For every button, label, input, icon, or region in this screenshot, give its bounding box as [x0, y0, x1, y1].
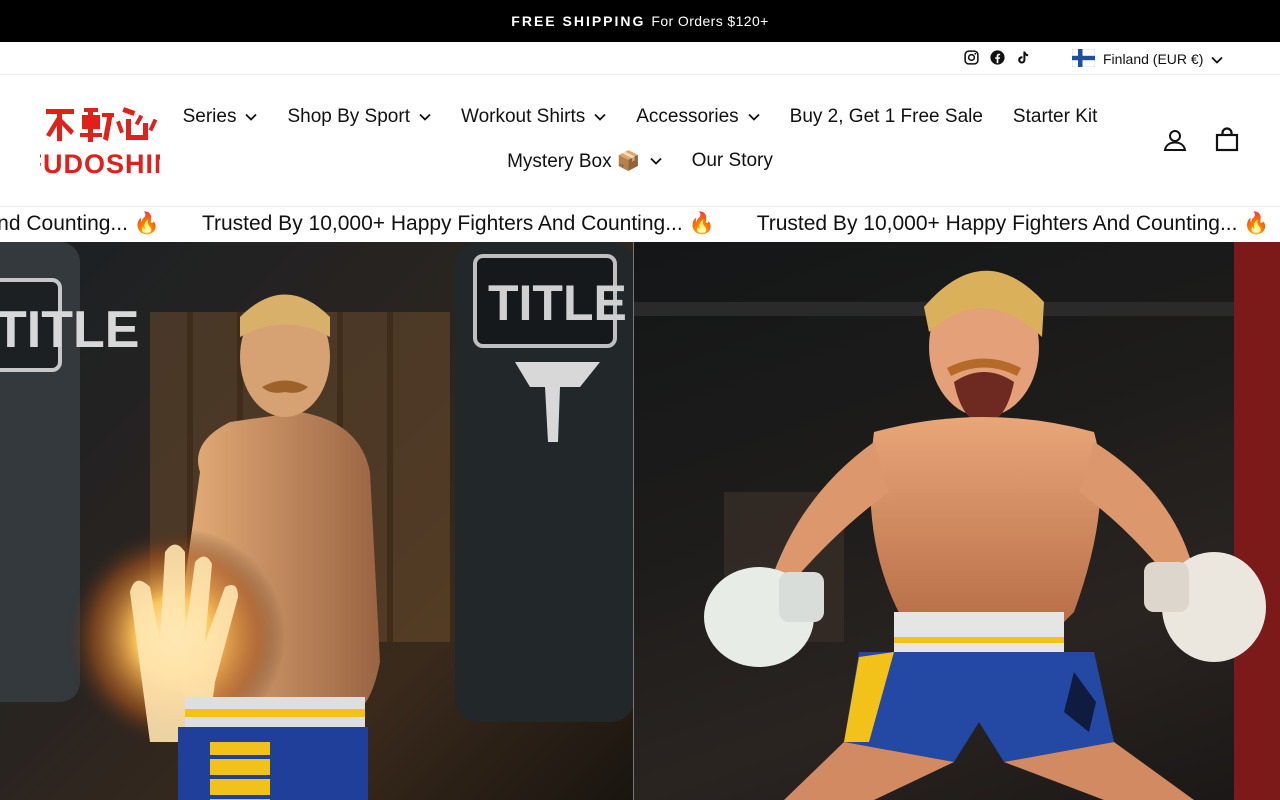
site-header: FUDOSHIN Series Shop By Sport Workout Sh… — [0, 75, 1280, 206]
hero-image-left: TITLE TITLE — [0, 242, 633, 800]
instagram-icon[interactable] — [962, 48, 980, 66]
fudoshin-logo[interactable]: FUDOSHIN — [26, 105, 174, 179]
bag-brand-text: TITLE — [488, 275, 627, 331]
nav-item-accessories[interactable]: Accessories — [621, 106, 774, 128]
ticker-item: Trusted By 10,000+ Happy Fighters And Co… — [756, 212, 1270, 235]
announcement-bar: FREE SHIPPING For Orders $120+ — [0, 0, 1280, 42]
social-links — [962, 48, 1032, 66]
utility-bar: Finland (EUR €) — [0, 42, 1280, 75]
nav-item-label: Buy 2, Get 1 Free Sale — [789, 106, 983, 127]
tiktok-icon[interactable] — [1014, 48, 1032, 66]
nav-item-label: Accessories — [636, 106, 739, 127]
nav-item-label: Mystery Box 📦 — [507, 151, 641, 172]
chevron-down-icon — [245, 113, 258, 121]
nav-item-shop-by-sport[interactable]: Shop By Sport — [272, 106, 446, 128]
logo-wordmark: FUDOSHIN — [40, 149, 160, 177]
nav-item-series[interactable]: Series — [168, 106, 273, 128]
header-actions — [1162, 127, 1240, 153]
ticker-track: s And Counting... 🔥 Trusted By 10,000+ H… — [0, 212, 1280, 236]
ticker-item: Trusted By 10,000+ Happy Fighters And Co… — [201, 212, 715, 235]
chevron-down-icon — [748, 113, 760, 121]
announcement-text: For Orders $120+ — [651, 13, 769, 29]
chevron-down-icon — [419, 113, 431, 121]
chevron-down-icon — [649, 157, 662, 165]
country-selector[interactable]: Finland (EUR €) — [1071, 47, 1224, 71]
nav-item-starter-kit[interactable]: Starter Kit — [998, 106, 1112, 128]
nav-item-our-story[interactable]: Our Story — [677, 150, 788, 172]
facebook-icon[interactable] — [988, 48, 1006, 66]
bag-brand-text: TITLE — [0, 301, 139, 359]
nav-item-workout-shirts[interactable]: Workout Shirts — [446, 106, 621, 128]
nav-item-mystery-box[interactable]: Mystery Box 📦 — [492, 149, 676, 173]
nav-item-label: Series — [182, 106, 237, 127]
chevron-down-icon — [594, 113, 606, 121]
chevron-down-icon — [1211, 51, 1224, 67]
nav-item-label: Workout Shirts — [460, 106, 586, 127]
nav-row-1: Series Shop By Sport Workout Shirts Acce… — [170, 95, 1110, 139]
finland-flag-icon — [1071, 48, 1096, 70]
hero-banner[interactable]: TITLE TITLE — [0, 242, 1280, 800]
account-icon[interactable] — [1162, 127, 1188, 153]
nav-item-label: Shop By Sport — [287, 106, 410, 127]
nav-row-2: Mystery Box 📦 Our Story — [170, 139, 1110, 183]
cart-icon[interactable] — [1214, 127, 1240, 153]
nav-item-buy2-get1[interactable]: Buy 2, Get 1 Free Sale — [775, 106, 998, 128]
nav-item-label: Our Story — [691, 150, 773, 171]
hero-image-right — [634, 242, 1280, 800]
country-label: Finland (EUR €) — [1103, 51, 1204, 67]
nav-item-label: Starter Kit — [1012, 106, 1098, 127]
announcement-strong: FREE SHIPPING — [511, 13, 646, 29]
ticker-item: s And Counting... 🔥 — [0, 212, 160, 235]
trust-ticker: s And Counting... 🔥 Trusted By 10,000+ H… — [0, 206, 1280, 242]
main-nav: Series Shop By Sport Workout Shirts Acce… — [170, 95, 1110, 183]
